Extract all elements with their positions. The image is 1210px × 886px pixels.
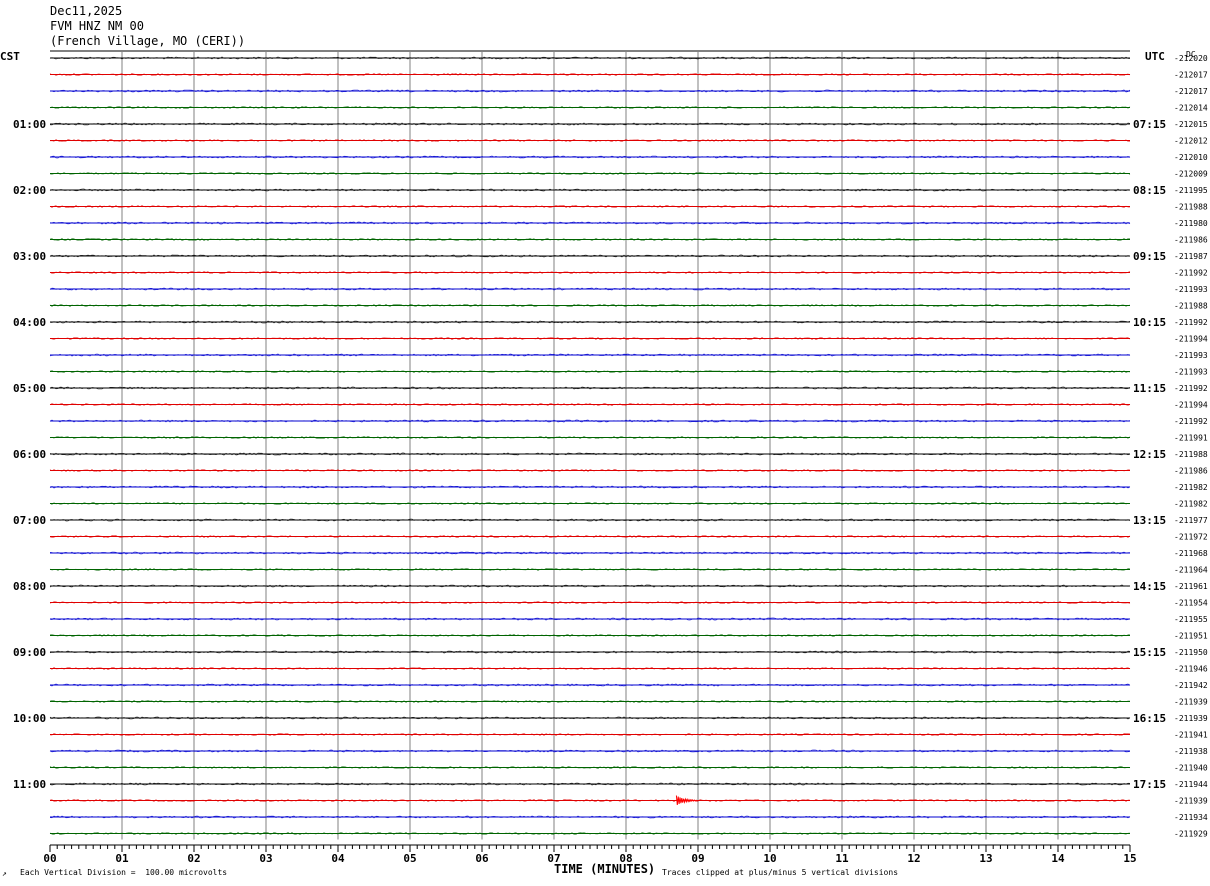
x-tick-label: 12 (907, 852, 920, 865)
dc-offset-label: -211993 (1174, 285, 1208, 294)
x-tick-label: 14 (1051, 852, 1065, 865)
right-hour-label: 15:15 (1133, 646, 1166, 659)
right-hour-label: 09:15 (1133, 250, 1166, 263)
dc-offset-label: -211977 (1174, 516, 1208, 525)
x-tick-label: 02 (187, 852, 200, 865)
dc-offset-label: -212009 (1174, 170, 1208, 179)
dc-offset-label: -212015 (1174, 120, 1208, 129)
clip-note: Traces clipped at plus/minus 5 vertical … (662, 868, 899, 877)
right-hour-label: 12:15 (1133, 448, 1166, 461)
dc-offset-label: -211992 (1174, 417, 1208, 426)
left-hour-label: 02:00 (13, 184, 46, 197)
left-hour-label: 07:00 (13, 514, 46, 527)
dc-offset-label: -211982 (1174, 483, 1208, 492)
dc-offset-label: -211980 (1174, 219, 1208, 228)
dc-offset-label: -211972 (1174, 533, 1208, 542)
dc-offset-label: -212017 (1174, 71, 1208, 80)
helicorder-plot: -212020 -212017 -212017 -212014 -212015 -2120… (13, 50, 1208, 865)
dc-offset-label: -211995 (1174, 186, 1208, 195)
dc-offset-label: -212010 (1174, 153, 1208, 162)
x-tick-label: 09 (691, 852, 704, 865)
dc-offset-label: -211942 (1174, 681, 1208, 690)
dc-offset-label: -211941 (1174, 731, 1208, 740)
right-hour-label: 08:15 (1133, 184, 1166, 197)
x-tick-label: 00 (43, 852, 56, 865)
right-hour-label: 16:15 (1133, 712, 1166, 725)
dc-offset-label: -211939 (1174, 698, 1208, 707)
right-hour-label: 17:15 (1133, 778, 1166, 791)
dc-offset-label: -211992 (1174, 269, 1208, 278)
dc-offset-label: -211929 (1174, 830, 1208, 839)
left-hour-label: 09:00 (13, 646, 46, 659)
dc-offset-label: -211982 (1174, 500, 1208, 509)
left-hour-label: 10:00 (13, 712, 46, 725)
dc-offset-label: -211987 (1174, 252, 1208, 261)
dc-offset-label: -212012 (1174, 137, 1208, 146)
right-hour-label: 07:15 (1133, 118, 1166, 131)
dc-offset-label: -211988 (1174, 302, 1208, 311)
dc-offset-label: -211938 (1174, 747, 1208, 756)
dc-offset-label: -211968 (1174, 549, 1208, 558)
dc-offset-label: -211991 (1174, 434, 1208, 443)
dc-offset-label: -211988 (1174, 450, 1208, 459)
left-hour-label: 05:00 (13, 382, 46, 395)
dc-offset-label: -212020 (1174, 54, 1208, 63)
dc-offset-label: -211950 (1174, 648, 1208, 657)
dc-offset-label: -211939 (1174, 797, 1208, 806)
left-hour-label: 08:00 (13, 580, 46, 593)
dc-offset-label: -211988 (1174, 203, 1208, 212)
dc-offset-label: -211964 (1174, 566, 1208, 575)
x-tick-label: 03 (259, 852, 272, 865)
dc-offset-label: -211994 (1174, 335, 1208, 344)
dc-offset-label: -211951 (1174, 632, 1208, 641)
dc-offset-label: -211992 (1174, 384, 1208, 393)
dc-offset-label: -211986 (1174, 236, 1208, 245)
dc-offset-label: -211993 (1174, 351, 1208, 360)
dc-offset-label: -211986 (1174, 467, 1208, 476)
x-tick-label: 04 (331, 852, 345, 865)
dc-offset-label: -211939 (1174, 714, 1208, 723)
right-hour-label: 10:15 (1133, 316, 1166, 329)
left-hour-label: 03:00 (13, 250, 46, 263)
right-hour-label: 14:15 (1133, 580, 1166, 593)
x-tick-label: 11 (835, 852, 849, 865)
event-waveform (675, 795, 698, 805)
x-tick-label: 13 (979, 852, 992, 865)
dc-offset-label: -211961 (1174, 582, 1208, 591)
left-hour-label: 11:00 (13, 778, 46, 791)
left-hour-label: 01:00 (13, 118, 46, 131)
dc-offset-label: -212014 (1174, 104, 1208, 113)
scale-note: Each Vertical Division = 100.00 microvol… (20, 868, 228, 877)
x-tick-label: 10 (763, 852, 776, 865)
right-hour-label: 11:15 (1133, 382, 1166, 395)
left-hour-label: 06:00 (13, 448, 46, 461)
x-tick-label: 15 (1123, 852, 1136, 865)
x-tick-label: 05 (403, 852, 416, 865)
x-axis-label: TIME (MINUTES) (554, 862, 656, 876)
dc-offset-label: -211954 (1174, 599, 1208, 608)
dc-offset-label: -211994 (1174, 401, 1208, 410)
dc-offset-label: -211934 (1174, 813, 1208, 822)
trace-noise (49, 535, 1131, 539)
dc-offset-label: -211940 (1174, 764, 1208, 773)
dc-offset-label: -211993 (1174, 368, 1208, 377)
trace-noise (49, 72, 1131, 76)
right-hour-label: 13:15 (1133, 514, 1166, 527)
dc-offset-label: -211955 (1174, 615, 1208, 624)
left-hour-label: 04:00 (13, 316, 46, 329)
x-tick-label: 01 (115, 852, 129, 865)
dc-offset-label: -212017 (1174, 87, 1208, 96)
dc-offset-label: -211992 (1174, 318, 1208, 327)
x-tick-label: 06 (475, 852, 489, 865)
scale-icon: ↗ (2, 869, 7, 878)
dc-offset-label: -211946 (1174, 665, 1208, 674)
dc-offset-label: -211944 (1174, 780, 1208, 789)
